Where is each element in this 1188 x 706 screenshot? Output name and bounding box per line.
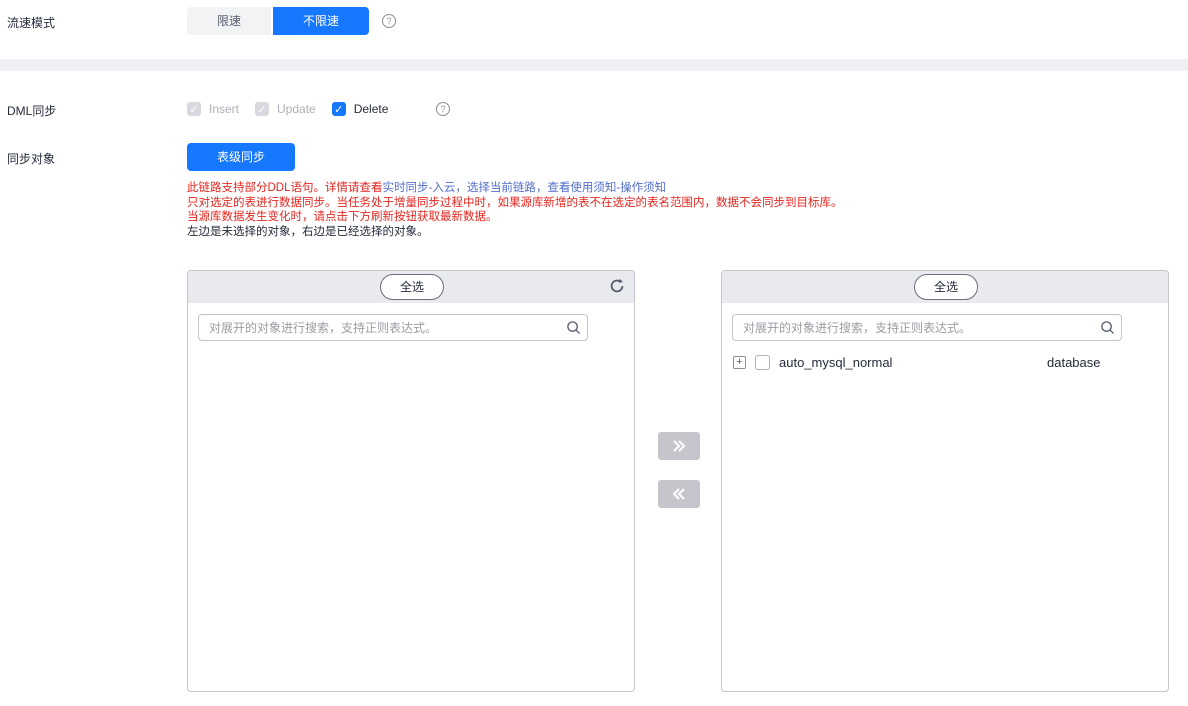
note-ddl: 此链路支持部分DDL语句。详情请查看 [187, 182, 383, 194]
flow-mode-help-icon[interactable]: ? [382, 14, 396, 28]
dml-delete-label: Delete [353, 102, 389, 116]
tree-item-checkbox[interactable] [755, 354, 770, 370]
flow-mode-segmented: 限速 不限速 [187, 7, 369, 35]
tree-item: + auto_mysql_normal database [733, 354, 1168, 370]
dml-insert-checkbox[interactable]: ✓ Insert [187, 102, 239, 116]
move-right-button[interactable] [658, 432, 700, 460]
right-select-all-button[interactable]: 全选 [914, 274, 978, 300]
tree-item-type: database [1047, 354, 1101, 370]
table-level-sync-button[interactable]: 表级同步 [187, 143, 295, 171]
right-search-input[interactable] [733, 315, 1083, 340]
dml-delete-checkbox[interactable]: ✓ Delete [331, 102, 389, 116]
dml-checkbox-group: ✓ Insert ✓ Update ✓ Delete [187, 102, 404, 116]
left-panel-header: 全选 [188, 271, 634, 303]
note-doc-link[interactable]: 实时同步-入云，选择当前链路，查看使用须知-操作须知 [383, 182, 667, 194]
search-icon[interactable] [1100, 320, 1115, 335]
double-chevron-right-icon [673, 440, 686, 452]
tree-item-name: auto_mysql_normal [779, 354, 893, 370]
note-left-right: 左边是未选择的对象，右边是已经选择的对象。 [187, 225, 429, 238]
right-panel-header: 全选 [722, 271, 1168, 303]
checkmark-icon: ✓ [255, 102, 270, 116]
dml-sync-label: DML同步 [7, 104, 57, 118]
checkmark-icon: ✓ [187, 102, 201, 116]
dml-update-checkbox[interactable]: ✓ Update [255, 102, 316, 116]
note-refresh: 当源库数据发生变化时，请点击下方刷新按钮获取最新数据。 [187, 211, 498, 223]
double-chevron-left-icon [672, 488, 685, 500]
search-icon[interactable] [566, 320, 581, 335]
left-select-all-button[interactable]: 全选 [380, 274, 444, 300]
left-search-field [198, 314, 588, 341]
flow-mode-label: 流速模式 [7, 16, 56, 30]
dml-update-label: Update [277, 102, 316, 116]
expand-icon[interactable]: + [733, 355, 746, 369]
dml-insert-label: Insert [209, 102, 240, 116]
flow-mode-unlimited-button[interactable]: 不限速 [273, 7, 369, 35]
left-search-input[interactable] [199, 315, 549, 340]
checkmark-icon: ✓ [331, 102, 346, 116]
flow-mode-limit-button[interactable]: 限速 [187, 7, 271, 35]
sync-objects-label: 同步对象 [7, 152, 56, 166]
left-object-panel: 全选 [187, 270, 635, 692]
right-search-field [732, 314, 1122, 341]
dml-help-icon[interactable]: ? [436, 102, 450, 116]
section-divider [0, 59, 1188, 71]
sync-notes: 此链路支持部分DDL语句。详情请查看实时同步-入云，选择当前链路，查看使用须知-… [187, 181, 843, 239]
right-object-panel: 全选 + auto_mysql_normal database [721, 270, 1169, 692]
move-left-button[interactable] [658, 480, 700, 508]
note-table-scope: 只对选定的表进行数据同步。当任务处于增量同步过程中时，如果源库新增的表不在选定的… [187, 196, 843, 209]
refresh-icon[interactable] [608, 277, 626, 295]
